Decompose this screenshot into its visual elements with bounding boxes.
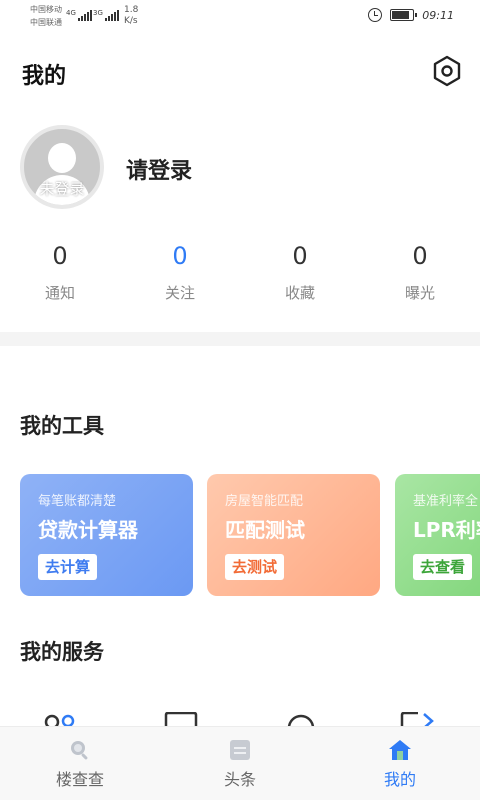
signal-icon: 4G <box>66 9 92 21</box>
match-test-card[interactable]: 房屋智能匹配 匹配测试 去测试 <box>207 474 380 596</box>
network-speed: 1.8 K/s <box>124 5 139 26</box>
status-bar: 中国移动 中国联通 4G 3G 1.8 K/s 09:11 <box>0 0 480 36</box>
stat-exposure[interactable]: 0 曝光 <box>360 240 480 303</box>
stat-follows[interactable]: 0 关注 <box>120 240 240 303</box>
tab-mine[interactable]: 我的 <box>320 727 480 800</box>
avatar-caption: 未登录 <box>39 180 85 198</box>
tools-section-title: 我的工具 <box>20 414 104 438</box>
card-subtitle: 每笔账都清楚 <box>38 494 117 509</box>
login-prompt[interactable]: 请登录 <box>126 153 192 185</box>
carrier-names: 中国移动 中国联通 <box>30 3 62 29</box>
stat-count: 0 <box>292 242 308 270</box>
test-button[interactable]: 去测试 <box>225 554 285 580</box>
stat-label: 关注 <box>164 284 195 302</box>
lpr-rate-card[interactable]: 基准利率全 LPR利率 去查看 <box>395 474 480 596</box>
carrier-2: 中国联通 <box>30 18 62 27</box>
news-icon <box>230 740 250 760</box>
tab-headlines[interactable]: 头条 <box>160 727 320 800</box>
stat-count: 0 <box>412 242 428 270</box>
clock: 09:11 <box>422 8 454 22</box>
loan-calculator-card[interactable]: 每笔账都清楚 贷款计算器 去计算 <box>20 474 193 596</box>
stat-label: 曝光 <box>404 284 435 302</box>
card-title: 贷款计算器 <box>38 518 138 542</box>
stat-count: 0 <box>52 242 68 270</box>
tab-label: 头条 <box>223 770 256 789</box>
stat-notifications[interactable]: 0 通知 <box>0 240 120 303</box>
stat-label: 收藏 <box>284 284 315 302</box>
avatar[interactable]: 未登录 <box>20 125 104 209</box>
page-title: 我的 <box>22 64 67 89</box>
card-subtitle: 房屋智能匹配 <box>225 494 304 509</box>
signal-icon: 3G <box>93 9 119 21</box>
tab-label: 我的 <box>383 770 416 789</box>
alarm-icon <box>368 8 383 22</box>
section-divider <box>0 332 480 346</box>
card-title: LPR利率 <box>413 518 480 542</box>
tab-label: 楼查查 <box>55 770 104 789</box>
settings-icon[interactable] <box>430 54 464 88</box>
search-icon <box>71 741 88 760</box>
calculate-button[interactable]: 去计算 <box>38 554 98 580</box>
carrier-1: 中国移动 <box>30 5 62 14</box>
stat-count: 0 <box>172 242 188 270</box>
view-button[interactable]: 去查看 <box>413 554 473 580</box>
services-section-title: 我的服务 <box>20 640 104 664</box>
card-title: 匹配测试 <box>225 518 305 542</box>
stats-row: 0 通知 0 关注 0 收藏 0 曝光 <box>0 240 480 303</box>
stat-favorites[interactable]: 0 收藏 <box>240 240 360 303</box>
home-icon <box>389 740 411 760</box>
stat-label: 通知 <box>44 284 75 302</box>
tab-lou-cha-cha[interactable]: 楼查查 <box>0 727 160 800</box>
card-subtitle: 基准利率全 <box>413 494 479 509</box>
bottom-tab-bar: 楼查查 头条 我的 <box>0 726 480 800</box>
battery-icon <box>390 9 418 21</box>
